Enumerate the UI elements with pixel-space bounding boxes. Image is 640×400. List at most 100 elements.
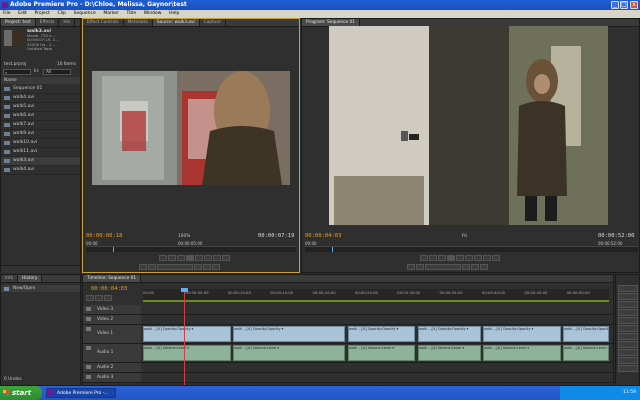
video-clip[interactable]: walk ...[V] Opacity:Opacity ▾ (483, 326, 561, 342)
timeline-playhead[interactable] (184, 289, 185, 385)
video-clip[interactable]: walk ...[V] Opacity:Opacity ▾ (233, 326, 345, 342)
track-header[interactable]: Video 3 (83, 305, 141, 314)
slide-tool-icon[interactable] (618, 341, 638, 348)
source-loop-button[interactable] (194, 264, 202, 270)
minimize-button[interactable]: _ (611, 1, 619, 9)
video-clip[interactable]: walk ...[V] Opacity:Opacity ▾ (563, 326, 609, 342)
search-input[interactable]: ⌕ (3, 69, 31, 75)
project-list-item[interactable]: walk11.avi (1, 148, 80, 157)
program-step-forward-button[interactable] (456, 255, 464, 261)
track-visibility-icon[interactable] (86, 327, 91, 331)
audio-clip[interactable]: walk ...[A] Volume:Level ▾ (483, 345, 561, 361)
program-time-ruler[interactable] (305, 246, 638, 252)
source-step-back-button[interactable] (177, 255, 185, 261)
tab-source[interactable]: Source: walk3.avi (152, 19, 200, 26)
track-select-tool-icon[interactable] (618, 293, 638, 300)
program-mark-out-button[interactable] (429, 255, 437, 261)
menu-window[interactable]: Window (141, 10, 165, 16)
track-header[interactable]: Audio 2 (83, 363, 141, 372)
timeline-track[interactable]: Audio 2 (83, 363, 613, 373)
project-list-item[interactable]: walk6.avi (1, 112, 80, 121)
track-header[interactable]: Audio 1 (83, 344, 141, 362)
program-go-out-button[interactable] (416, 264, 424, 270)
menu-title[interactable]: Title (123, 10, 139, 16)
source-step-forward-button[interactable] (195, 255, 203, 261)
timeline-track[interactable]: Video 1 walk ...[V] Opacity:Opacity ▾ walk… (83, 325, 613, 344)
source-mark-in-button[interactable] (159, 255, 167, 261)
source-output-button[interactable] (212, 264, 220, 270)
project-list-item[interactable]: Sequence 01 (1, 85, 80, 94)
source-go-out-button[interactable] (148, 264, 156, 270)
menu-file[interactable]: File (0, 10, 14, 16)
source-insert-button[interactable] (204, 255, 212, 261)
ripple-edit-tool-icon[interactable] (618, 301, 638, 308)
source-export-frame-button[interactable] (222, 255, 230, 261)
tab-project[interactable]: Project: test (1, 19, 36, 26)
tab-program[interactable]: Program: Sequence 01 (302, 19, 360, 26)
program-shuttle-button[interactable] (425, 264, 461, 270)
source-zoom-select[interactable]: 100% (178, 234, 190, 239)
track-speaker-icon[interactable] (86, 346, 91, 350)
work-area-bar[interactable] (143, 300, 609, 302)
pen-tool-icon[interactable] (618, 349, 638, 356)
tab-metadata[interactable]: Metadata (124, 19, 153, 26)
track-speaker-icon[interactable] (86, 375, 91, 379)
program-export-frame-button[interactable] (483, 255, 491, 261)
source-go-in-button[interactable] (139, 264, 147, 270)
source-mark-out-button[interactable] (168, 255, 176, 261)
source-safe-margins-button[interactable] (203, 264, 211, 270)
in-select[interactable]: All (43, 69, 71, 75)
track-visibility-icon[interactable] (86, 317, 91, 321)
timeline-track[interactable]: Audio 3 (83, 373, 613, 383)
tab-effects[interactable]: Effects (36, 19, 60, 26)
playhead-handle[interactable] (181, 288, 188, 292)
video-clip[interactable]: walk ...[V] Opacity:Opacity ▾ (418, 326, 481, 342)
program-mark-in-button[interactable] (420, 255, 428, 261)
track-header[interactable]: Video 2 (83, 315, 141, 324)
set-marker-button[interactable] (95, 295, 103, 301)
tab-history[interactable]: His (59, 19, 76, 26)
timeline-track[interactable]: Audio 1 walk ...[A] Volume:Level ▾ walk ..… (83, 344, 613, 363)
project-list-item[interactable]: walk7.avi (1, 121, 80, 130)
program-timecode-in[interactable]: 00:00:04:03 (305, 233, 341, 239)
source-playhead[interactable] (113, 247, 114, 252)
slip-tool-icon[interactable] (618, 333, 638, 340)
tab-info[interactable]: Info (1, 275, 19, 282)
history-item[interactable]: New/Open (1, 285, 80, 292)
program-loop-button[interactable] (462, 264, 470, 270)
source-time-ruler[interactable] (86, 246, 296, 252)
link-button[interactable] (104, 295, 112, 301)
selection-tool-icon[interactable] (618, 285, 638, 292)
source-shuttle-button[interactable] (157, 264, 193, 270)
razor-tool-icon[interactable] (618, 325, 638, 332)
program-playhead[interactable] (332, 247, 333, 252)
program-zoom-select[interactable]: Fit (462, 234, 467, 239)
track-speaker-icon[interactable] (86, 365, 91, 369)
menu-edit[interactable]: Edit (15, 10, 30, 16)
hand-tool-icon[interactable] (618, 357, 638, 364)
menu-marker[interactable]: Marker (100, 10, 122, 16)
audio-clip[interactable]: walk ...[A] Volume:Level ▾ (348, 345, 415, 361)
menu-project[interactable]: Project (31, 10, 52, 16)
timeline-timecode[interactable]: 00:00:04:03 (91, 286, 127, 292)
menu-clip[interactable]: Clip (54, 10, 69, 16)
project-list-item[interactable]: walk10.avi (1, 139, 80, 148)
timeline-track[interactable]: Video 3 (83, 305, 613, 315)
track-header[interactable]: Video 1 (83, 325, 141, 343)
program-safe-margins-button[interactable] (471, 264, 479, 270)
track-header[interactable]: Audio 3 (83, 373, 141, 382)
program-lift-button[interactable] (465, 255, 473, 261)
menu-help[interactable]: Help (166, 10, 182, 16)
program-extract-button[interactable] (474, 255, 482, 261)
snap-button[interactable] (86, 295, 94, 301)
menu-sequence[interactable]: Sequence (71, 10, 99, 16)
source-play-button[interactable] (186, 255, 194, 261)
video-clip[interactable]: walk ...[V] Opacity:Opacity ▾ (348, 326, 415, 342)
audio-clip[interactable]: walk ...[A] Volume:Level ▾ (418, 345, 481, 361)
rolling-edit-tool-icon[interactable] (618, 309, 638, 316)
audio-clip[interactable]: walk ...[A] Volume:Level ▾ (233, 345, 345, 361)
program-trim-button[interactable] (492, 255, 500, 261)
project-list-item[interactable]: walk9.avi (1, 130, 80, 139)
timeline-track[interactable]: Video 2 (83, 315, 613, 325)
project-list-item[interactable]: walk3.avi (1, 157, 80, 166)
